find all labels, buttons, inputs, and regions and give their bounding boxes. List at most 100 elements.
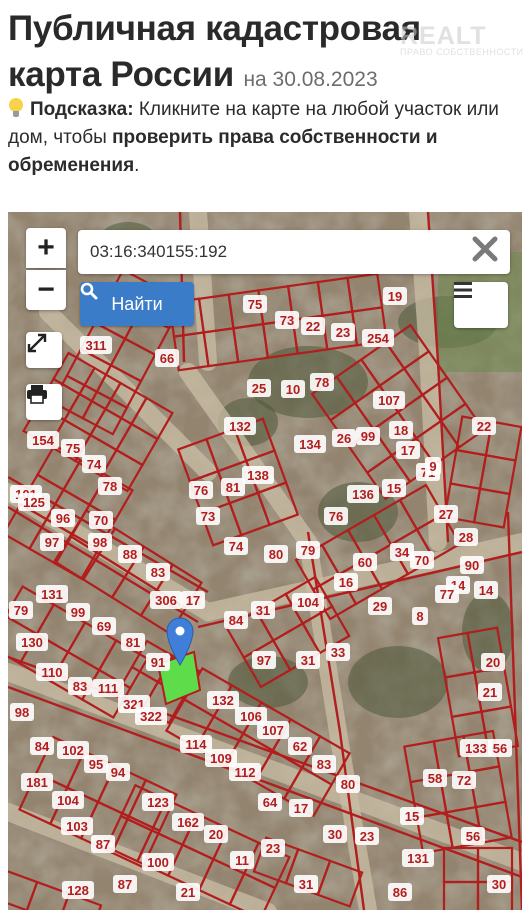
- parcel-number: 80: [269, 547, 283, 562]
- find-button[interactable]: Найти: [80, 282, 194, 326]
- parcel-number-label: 16: [334, 573, 358, 591]
- parcel-number-label: 131: [402, 849, 434, 867]
- parcel-number-label: 79: [9, 601, 33, 619]
- parcel-number: 70: [94, 513, 108, 528]
- parcel-number: 99: [361, 429, 375, 444]
- parcel-number-label: 14: [474, 581, 498, 599]
- parcel-number: 90: [465, 558, 479, 573]
- parcel-number-label: 123: [142, 793, 174, 811]
- parcel-number-label: 23: [355, 827, 379, 845]
- map-date: на 30.08.2023: [243, 68, 378, 91]
- parcel-number: 20: [209, 827, 223, 842]
- cadastral-map[interactable]: 75 73 22 23 254 19 311 66 25 10 78 107 18 132 22 134 26 9…: [8, 212, 522, 910]
- parcel-number-label: 99: [66, 603, 90, 621]
- parcel-number: 11: [235, 853, 249, 868]
- parcel-number: 31: [301, 653, 315, 668]
- parcel-number-label: 83: [68, 677, 92, 695]
- parcel-number-label: 62: [288, 737, 312, 755]
- parcel-number-label: 84: [224, 611, 248, 629]
- parcel-number: 133: [465, 741, 487, 756]
- parcel-number: 131: [407, 851, 429, 866]
- parcel-number: 181: [26, 775, 48, 790]
- parcel-number-label: 75: [243, 295, 267, 313]
- menu-button[interactable]: [454, 282, 508, 328]
- parcel-number-label: 322: [135, 707, 167, 725]
- parcel-number-label: 133: [460, 739, 492, 757]
- parcel-number-label: 22: [472, 417, 496, 435]
- parcel-number-label: 81: [121, 633, 145, 651]
- parcel-number: 123: [147, 795, 169, 810]
- parcel-number: 29: [373, 599, 387, 614]
- parcel-number: 9: [429, 459, 436, 474]
- parcel-number-label: 25: [247, 379, 271, 397]
- parcel-number-label: 138: [242, 466, 274, 484]
- cadastral-search-box[interactable]: [78, 230, 510, 274]
- parcel-number: 15: [405, 809, 419, 824]
- parcel-number-label: 15: [382, 479, 406, 497]
- parcel-number-label: 20: [481, 653, 505, 671]
- parcel-number-label: 70: [410, 551, 434, 569]
- parcel-number-label: 132: [224, 417, 256, 435]
- zoom-out-button[interactable]: −: [26, 270, 66, 310]
- parcel-number: 104: [57, 793, 79, 808]
- parcel-number: 136: [352, 487, 374, 502]
- hint-block: Подсказка: Кликните на карте на любой уч…: [8, 96, 522, 180]
- parcel-number-label: 162: [172, 813, 204, 831]
- zoom-in-button[interactable]: +: [26, 228, 66, 268]
- parcel-number: 34: [395, 545, 410, 560]
- parcel-number: 83: [151, 565, 165, 580]
- parcel-number-label: 22: [301, 317, 325, 335]
- parcel-number-label: 90: [460, 556, 484, 574]
- parcel-number: 27: [439, 507, 453, 522]
- parcel-number: 78: [103, 479, 117, 494]
- parcel-number: 77: [440, 587, 454, 602]
- parcel-number: 66: [160, 351, 174, 366]
- parcel-number-label: 86: [388, 883, 412, 901]
- cadastral-number-input[interactable]: [90, 238, 460, 266]
- parcel-number: 20: [486, 655, 500, 670]
- parcel-number: 74: [229, 539, 244, 554]
- parcel-number-label: 96: [51, 509, 75, 527]
- parcel-number: 17: [401, 443, 415, 458]
- parcel-number-label: 87: [113, 875, 137, 893]
- parcel-number-label: 306: [150, 591, 182, 609]
- parcel-number: 73: [201, 509, 215, 524]
- parcel-number: 112: [235, 765, 256, 780]
- parcel-number-label: 78: [98, 477, 122, 495]
- printer-icon: [27, 385, 47, 404]
- parcel-number-label: 9: [425, 457, 441, 475]
- parcel-number-label: 60: [353, 553, 377, 571]
- parcel-number-label: 17: [289, 799, 313, 817]
- parcel-number-label: 104: [52, 791, 84, 809]
- parcel-number-label: 97: [252, 651, 276, 669]
- parcel-number: 74: [87, 457, 102, 472]
- location-pin-icon[interactable]: [166, 616, 194, 666]
- parcel-number-label: 73: [275, 311, 299, 329]
- parcel-number-label: 254: [362, 329, 394, 347]
- parcel-number-label: 17: [181, 591, 205, 609]
- parcel-number-label: 130: [16, 633, 48, 651]
- parcel-number-label: 33: [326, 643, 350, 661]
- parcel-number: 28: [459, 530, 473, 545]
- parcel-number-label: 181: [21, 773, 53, 791]
- parcel-number: 162: [177, 815, 199, 830]
- parcel-number: 21: [483, 685, 497, 700]
- parcel-number-label: 81: [221, 478, 245, 496]
- parcel-number-label: 75: [61, 439, 85, 457]
- parcel-number: 21: [181, 885, 195, 900]
- parcel-number-label: 23: [331, 323, 355, 341]
- print-button[interactable]: [26, 384, 62, 420]
- parcel-number: 138: [247, 468, 269, 483]
- parcel-number-label: 80: [336, 775, 360, 793]
- parcel-number-label: 15: [400, 807, 424, 825]
- parcel-number-label: 112: [229, 763, 261, 781]
- parcel-number-label: 19: [383, 287, 407, 305]
- clear-icon[interactable]: [472, 236, 504, 268]
- parcel-number-label: 58: [423, 769, 447, 787]
- fullscreen-button[interactable]: [26, 332, 62, 368]
- parcel-number: 17: [186, 593, 200, 608]
- parcel-number: 134: [299, 437, 321, 452]
- parcel-number: 130: [21, 635, 43, 650]
- parcel-number: 97: [45, 535, 59, 550]
- parcel-number-label: 98: [88, 533, 112, 551]
